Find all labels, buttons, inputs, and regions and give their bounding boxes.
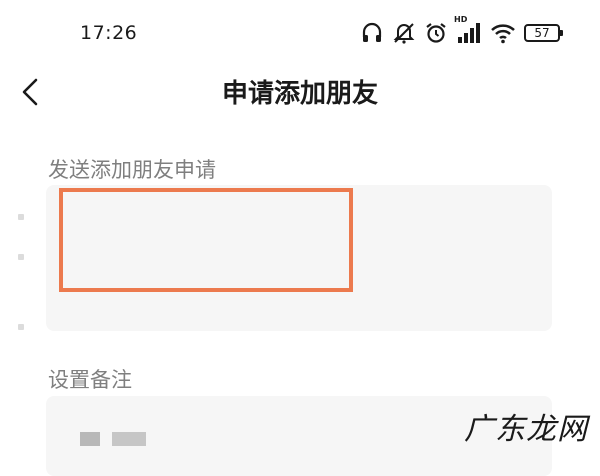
status-bar: 17:26 HD 57 [0,0,600,60]
remark-blurred-text [112,432,146,446]
status-time: 17:26 [80,22,138,44]
remark-label: 设置备注 [48,368,132,392]
alarm-icon [424,21,448,45]
cellular-signal-icon: HD [454,15,482,45]
request-message-label: 发送添加朋友申请 [48,158,216,182]
request-message-input[interactable] [46,185,552,331]
nav-bar: 申请添加朋友 [0,60,600,120]
remark-blurred-text [80,432,100,446]
battery-icon: 57 [524,24,563,42]
status-icons: HD 57 [360,15,563,46]
wifi-icon [490,22,516,44]
page-title: 申请添加朋友 [221,79,378,109]
hd-badge: HD [454,15,468,24]
mute-icon [392,21,416,45]
headphones-icon [360,21,384,45]
watermark-text: 广东龙网 [464,412,588,447]
